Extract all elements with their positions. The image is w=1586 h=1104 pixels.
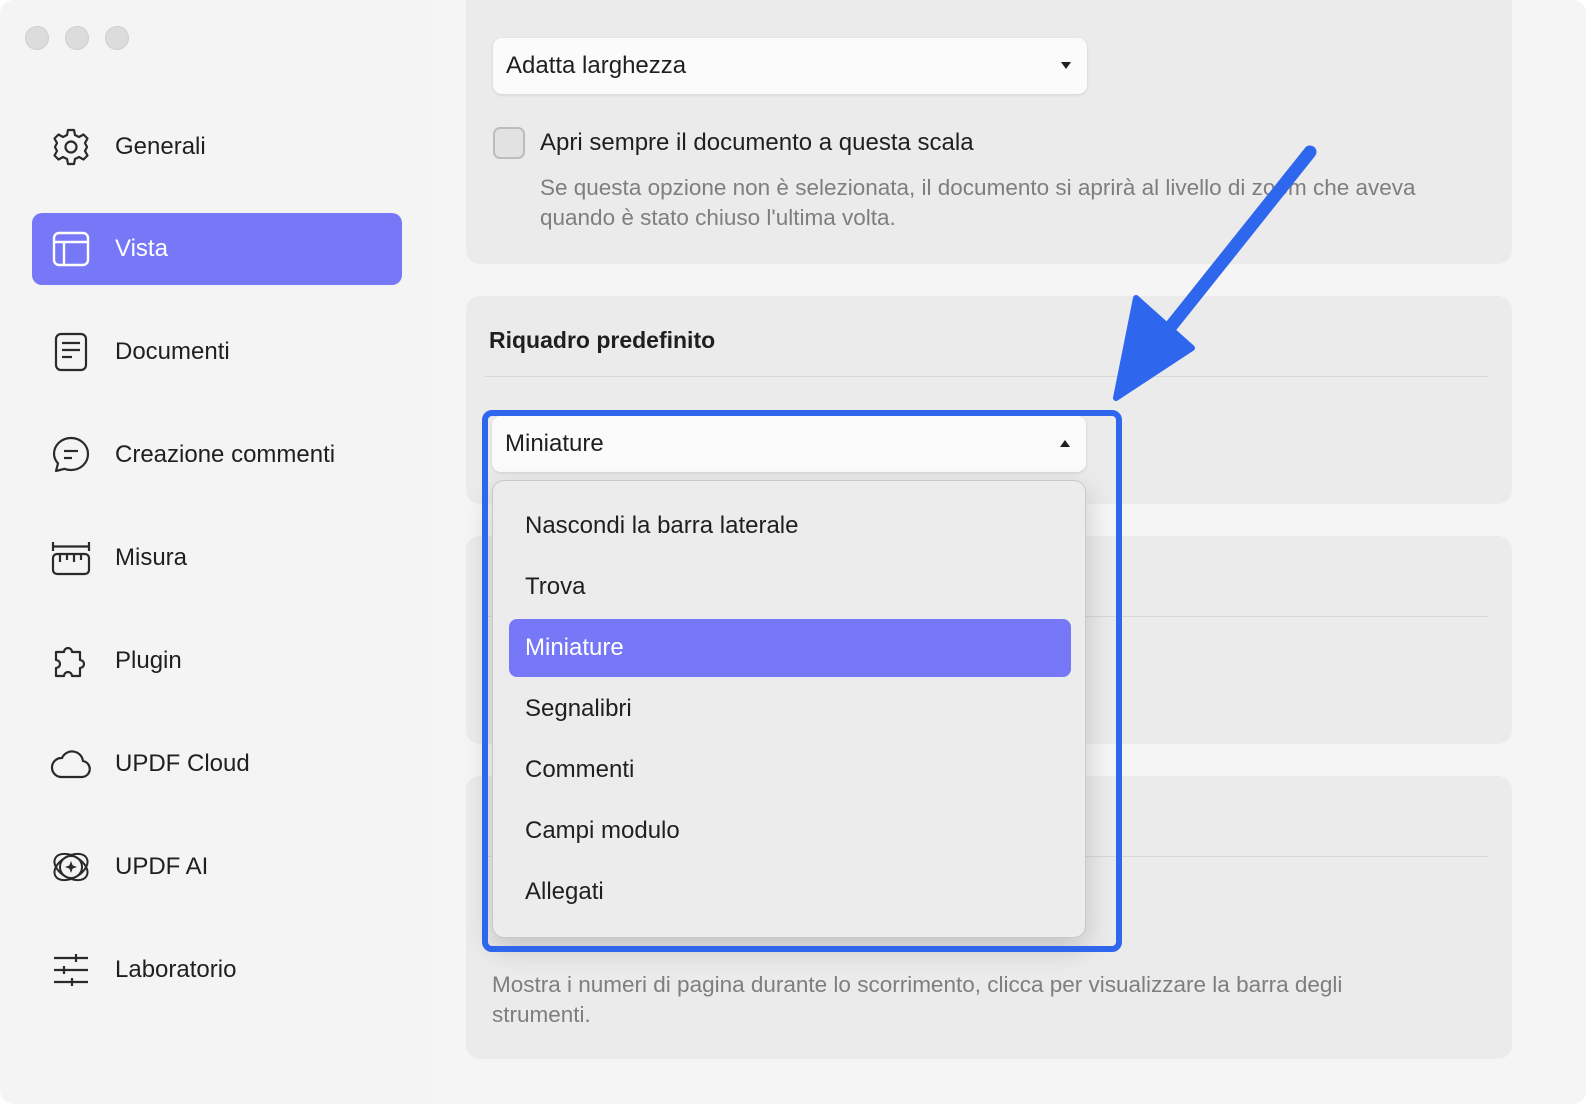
sidebar-item-label: Documenti (115, 338, 230, 365)
default-pane-select[interactable]: Miniature (492, 416, 1086, 472)
sidebar-item-updf-cloud[interactable]: UPDF Cloud (32, 728, 402, 800)
chevron-up-icon (1060, 440, 1070, 447)
document-icon (49, 330, 93, 374)
gear-icon (49, 125, 93, 169)
sidebar-item-label: Creazione commenti (115, 441, 336, 468)
minimize-window-button[interactable] (65, 26, 89, 50)
ai-icon (49, 845, 93, 889)
cloud-icon (49, 742, 93, 786)
menu-item-thumbnails[interactable]: Miniature (509, 619, 1071, 677)
sidebar-item-label: UPDF AI (115, 853, 209, 880)
sidebar-item-label: Plugin (115, 647, 182, 674)
sidebar-item-label: Vista (115, 235, 168, 262)
menu-item-form-fields[interactable]: Campi modulo (509, 802, 1071, 860)
preferences-window: Generali Vista Documenti Creazione comme… (0, 0, 1586, 1104)
sidebar-item-label: Misura (115, 544, 188, 571)
close-window-button[interactable] (25, 26, 49, 50)
zoom-window-button[interactable] (105, 26, 129, 50)
zoom-select-value: Adatta larghezza (506, 52, 687, 79)
sidebar-item-label: UPDF Cloud (115, 750, 250, 777)
menu-item-bookmarks[interactable]: Segnalibri (509, 680, 1071, 738)
menu-item-hide-sidebar[interactable]: Nascondi la barra laterale (509, 497, 1071, 555)
always-open-scale-checkbox[interactable] (493, 127, 525, 159)
sidebar-item-creazione-commenti[interactable]: Creazione commenti (32, 419, 402, 491)
sidebar-item-laboratorio[interactable]: Laboratorio (32, 934, 402, 1006)
checkbox-label: Apri sempre il documento a questa scala (540, 129, 974, 156)
sidebar-item-label: Generali (115, 133, 206, 160)
window-controls (25, 26, 129, 50)
sidebar-item-generali[interactable]: Generali (32, 111, 402, 183)
layout-icon (49, 227, 93, 271)
zoom-description: Se questa opzione non è selezionata, il … (540, 175, 1416, 230)
zoom-select[interactable]: Adatta larghezza (493, 38, 1087, 94)
divider (485, 376, 1488, 377)
sliders-icon (49, 948, 93, 992)
zoom-settings-card: Adatta larghezza Apri sempre il document… (466, 0, 1512, 264)
chevron-down-icon (1061, 62, 1071, 69)
card-title: Riquadro predefinito (489, 327, 716, 353)
sidebar-item-misura[interactable]: Misura (32, 522, 402, 594)
sidebar-item-documenti[interactable]: Documenti (32, 316, 402, 388)
sidebar-item-vista[interactable]: Vista (32, 213, 402, 285)
default-pane-dropdown-menu: Nascondi la barra laterale Trova Miniatu… (492, 480, 1086, 938)
puzzle-icon (49, 639, 93, 683)
default-pane-card: Riquadro predefinito Miniature (466, 296, 1512, 504)
menu-item-comments[interactable]: Commenti (509, 741, 1071, 799)
page-numbers-description: Mostra i numeri di pagina durante lo sco… (492, 972, 1343, 1027)
menu-item-find[interactable]: Trova (509, 558, 1071, 616)
sidebar-item-updf-ai[interactable]: UPDF AI (32, 831, 402, 903)
comment-icon (49, 433, 93, 477)
menu-item-attachments[interactable]: Allegati (509, 863, 1071, 921)
sidebar-item-label: Laboratorio (115, 956, 237, 983)
default-pane-select-value: Miniature (505, 430, 604, 457)
sidebar-item-plugin[interactable]: Plugin (32, 625, 402, 697)
sidebar: Generali Vista Documenti Creazione comme… (0, 0, 430, 1104)
ruler-icon (49, 536, 93, 580)
